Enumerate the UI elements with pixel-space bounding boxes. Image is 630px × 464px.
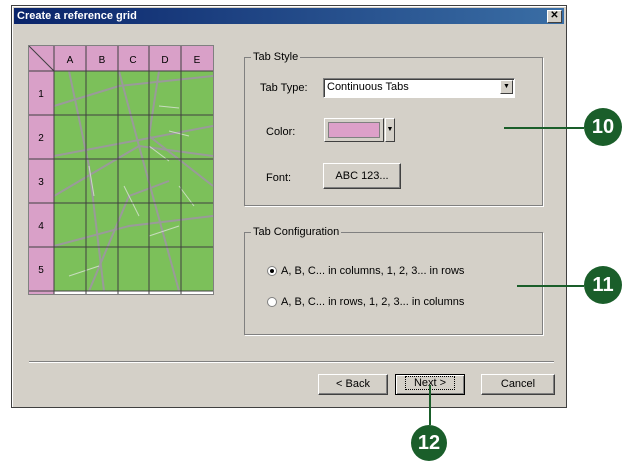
row-label: 1 <box>38 89 44 100</box>
col-label: B <box>99 55 106 66</box>
col-label: A <box>67 55 74 66</box>
callout-10-line <box>504 127 584 129</box>
col-label: D <box>161 55 168 66</box>
row-label: 4 <box>38 221 44 232</box>
column-tab-bar <box>29 46 213 71</box>
tab-configuration-group: Tab Configuration A, B, C... in columns,… <box>244 226 543 335</box>
radio-columns-rows[interactable] <box>267 266 277 276</box>
back-button[interactable]: < Back <box>318 374 388 395</box>
cancel-button[interactable]: Cancel <box>481 374 555 395</box>
grid-preview-map: A B C D E 1 2 3 4 5 <box>28 45 214 294</box>
row-tab-bar <box>29 46 54 294</box>
callout-12-line <box>429 385 431 425</box>
cancel-button-label: Cancel <box>500 378 536 390</box>
callout-10: 10 <box>584 108 622 146</box>
font-button[interactable]: ABC 123... <box>323 163 401 189</box>
callout-12: 12 <box>411 425 447 461</box>
tab-style-group: Tab Style Tab Type: Continuous Tabs ▼ Co… <box>244 51 543 206</box>
tab-style-title: Tab Style <box>251 51 301 63</box>
option-columns-rows-label[interactable]: A, B, C... in columns, 1, 2, 3... in row… <box>281 265 464 278</box>
option-rows-columns-label[interactable]: A, B, C... in rows, 1, 2, 3... in column… <box>281 296 464 309</box>
title-bar: Create a reference grid ✕ <box>14 8 564 24</box>
row-label: 2 <box>38 133 44 144</box>
row-label: 5 <box>38 265 44 276</box>
row-label: 3 <box>38 177 44 188</box>
tab-type-label: Tab Type: <box>260 82 308 94</box>
color-dropdown-arrow[interactable]: ▼ <box>385 118 395 142</box>
font-label: Font: <box>266 172 292 184</box>
tab-type-dropdown[interactable]: Continuous Tabs ▼ <box>323 78 515 98</box>
col-label: C <box>129 55 136 66</box>
color-picker[interactable]: ▼ <box>324 118 396 142</box>
reference-grid-preview: A B C D E 1 2 3 4 5 <box>28 45 214 295</box>
chevron-down-icon[interactable]: ▼ <box>500 80 513 94</box>
color-label: Color: <box>266 126 296 138</box>
color-swatch[interactable] <box>324 118 384 142</box>
tab-type-value: Continuous Tabs <box>327 81 409 93</box>
radio-rows-columns[interactable] <box>267 297 277 307</box>
tab-configuration-title: Tab Configuration <box>251 226 342 238</box>
callout-11: 11 <box>584 266 622 304</box>
close-icon[interactable]: ✕ <box>550 10 558 21</box>
back-button-label: < Back <box>336 378 370 390</box>
separator <box>29 361 554 363</box>
create-reference-grid-dialog: Create a reference grid ✕ A B C D E 1 2 … <box>11 5 567 408</box>
font-button-label: ABC 123... <box>335 170 389 182</box>
dialog-title: Create a reference grid <box>17 10 137 22</box>
close-button[interactable]: ✕ <box>547 10 562 23</box>
callout-11-line <box>517 285 584 287</box>
col-label: E <box>194 55 201 66</box>
